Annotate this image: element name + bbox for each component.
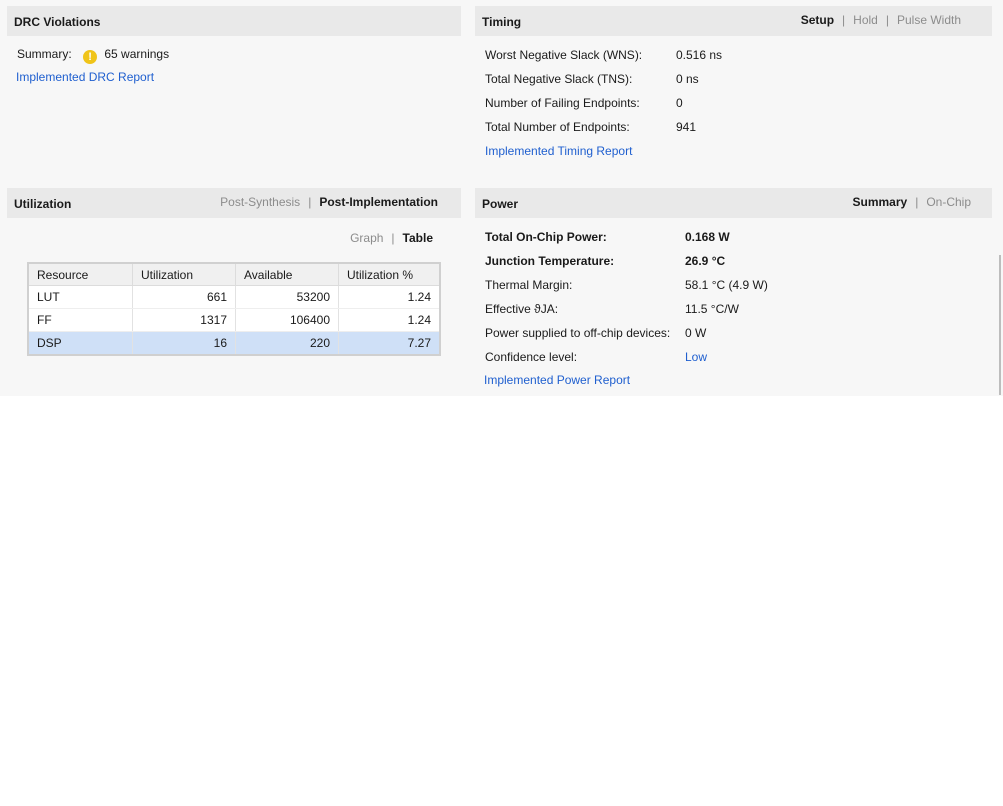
timing-row-failing: Number of Failing Endpoints: xyxy=(485,96,640,110)
power-label-effective-theta-ja: Effective ϑJA: xyxy=(485,302,559,316)
power-value-effective-theta-ja: 11.5 °C/W xyxy=(685,302,739,316)
timing-label: Total Negative Slack (TNS): xyxy=(485,72,633,86)
warning-icon: ! xyxy=(83,50,98,64)
drc-panel: DRC Violations Summary: ! 65 warnings Im… xyxy=(7,6,461,176)
power-panel-header: Power Summary | On-Chip xyxy=(475,188,992,218)
drc-panel-header: DRC Violations xyxy=(7,6,461,36)
table-header-row: Resource Utilization Available Utilizati… xyxy=(28,263,441,286)
drc-summary-label: Summary: xyxy=(17,47,72,61)
column-header-resource[interactable]: Resource xyxy=(28,263,133,286)
project-summary-canvas: DRC Violations Summary: ! 65 warnings Im… xyxy=(0,0,1003,396)
tab-hold[interactable]: Hold xyxy=(853,13,878,27)
cell-available: 106400 xyxy=(235,308,339,332)
utilization-tabs: Post-Synthesis | Post-Implementation xyxy=(220,195,438,209)
power-value-junction: 26.9 °C xyxy=(685,254,726,268)
cell-percent: 7.27 xyxy=(338,331,441,356)
power-label-off-chip: Power supplied to off-chip devices: xyxy=(485,326,671,340)
cell-percent: 1.24 xyxy=(338,285,441,309)
timing-panel-header: Timing Setup | Hold | Pulse Width xyxy=(475,6,992,36)
drc-summary-row: Summary: ! 65 warnings xyxy=(17,47,169,64)
cell-available: 53200 xyxy=(235,285,339,309)
tab-summary[interactable]: Summary xyxy=(852,195,907,209)
power-label-total: Total On-Chip Power: xyxy=(485,230,607,244)
tab-post-synthesis[interactable]: Post-Synthesis xyxy=(220,195,300,209)
power-report-link[interactable]: Implemented Power Report xyxy=(484,373,630,387)
timing-panel: Timing Setup | Hold | Pulse Width Worst Nega… xyxy=(475,6,992,176)
tab-setup[interactable]: Setup xyxy=(801,13,834,27)
power-value-thermal-margin: 58.1 °C (4.9 W) xyxy=(685,278,768,292)
power-confidence-link[interactable]: Low xyxy=(685,350,707,364)
power-label-confidence: Confidence level: xyxy=(485,350,578,364)
cell-percent: 1.24 xyxy=(338,308,441,332)
timing-panel-title: Timing xyxy=(482,15,522,29)
drc-report-link[interactable]: Implemented DRC Report xyxy=(16,70,154,84)
drc-panel-title: DRC Violations xyxy=(14,15,101,29)
timing-row-endpoints: Total Number of Endpoints: xyxy=(485,120,630,134)
power-panel-title: Power xyxy=(482,197,519,211)
timing-row-tns: Total Negative Slack (TNS): xyxy=(485,72,632,86)
cell-utilization: 16 xyxy=(132,331,236,356)
timing-value-wns: 0.516 ns xyxy=(676,48,723,62)
column-header-utilization-percent[interactable]: Utilization % xyxy=(338,263,441,286)
power-panel: Power Summary | On-Chip Total On-Chip Powe… xyxy=(475,188,992,396)
table-row[interactable]: FF 1317 106400 1.24 xyxy=(28,308,441,332)
power-value-total: 0.168 W xyxy=(685,230,730,244)
column-header-available[interactable]: Available xyxy=(235,263,339,286)
vertical-scrollbar[interactable] xyxy=(999,255,1001,395)
power-value-off-chip: 0 W xyxy=(685,326,707,340)
drc-warnings-count[interactable]: 65 warnings xyxy=(104,47,169,61)
tab-pulse-width[interactable]: Pulse Width xyxy=(897,13,961,27)
power-label-thermal-margin: Thermal Margin: xyxy=(485,278,573,292)
timing-value-failing: 0 xyxy=(676,96,683,110)
utilization-panel-header: Utilization Post-Synthesis | Post-Implemen… xyxy=(7,188,461,218)
timing-tabs: Setup | Hold | Pulse Width xyxy=(800,13,961,27)
utilization-table: Resource Utilization Available Utilizati… xyxy=(27,262,441,356)
cell-utilization: 661 xyxy=(132,285,236,309)
tab-table[interactable]: Table xyxy=(403,231,433,245)
timing-label: Total Number of Endpoints: xyxy=(485,120,630,134)
timing-label: Number of Failing Endpoints: xyxy=(485,96,640,110)
cell-utilization: 1317 xyxy=(132,308,236,332)
table-row[interactable]: LUT 661 53200 1.24 xyxy=(28,285,441,309)
table-row[interactable]: DSP 16 220 7.27 xyxy=(28,331,441,356)
cell-available: 220 xyxy=(235,331,339,356)
utilization-panel-title: Utilization xyxy=(14,197,72,211)
tab-on-chip[interactable]: On-Chip xyxy=(926,195,971,209)
timing-value-tns: 0 ns xyxy=(676,72,699,86)
cell-resource: DSP xyxy=(28,331,133,356)
utilization-view-tabs: Graph | Table xyxy=(350,231,433,245)
timing-report-link[interactable]: Implemented Timing Report xyxy=(485,144,632,158)
tab-post-implementation[interactable]: Post-Implementation xyxy=(319,195,438,209)
cell-resource: LUT xyxy=(28,285,133,309)
timing-label: Worst Negative Slack (WNS): xyxy=(485,48,643,62)
column-header-utilization[interactable]: Utilization xyxy=(132,263,236,286)
cell-resource: FF xyxy=(28,308,133,332)
timing-row-wns: Worst Negative Slack (WNS): xyxy=(485,48,642,62)
power-tabs: Summary | On-Chip xyxy=(852,195,971,209)
timing-value-endpoints: 941 xyxy=(676,120,697,134)
tab-graph[interactable]: Graph xyxy=(350,231,383,245)
power-label-junction: Junction Temperature: xyxy=(485,254,615,268)
